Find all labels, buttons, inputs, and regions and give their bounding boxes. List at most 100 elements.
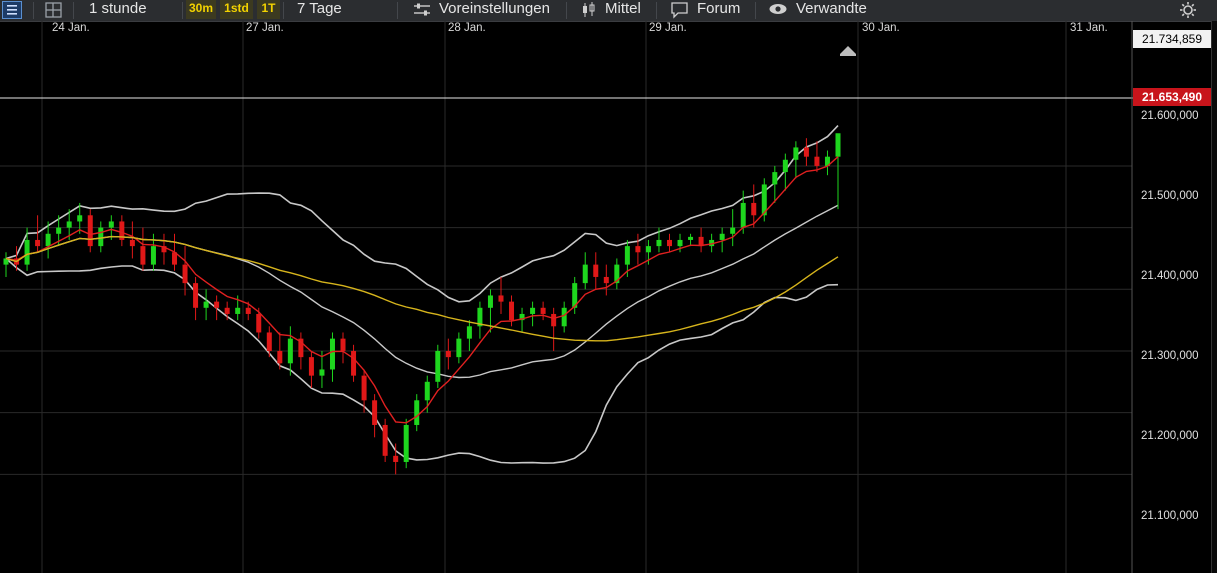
layout-grid-icon[interactable]	[44, 1, 64, 19]
candle-body	[772, 172, 778, 185]
y-tick-label: 21.300,000	[1141, 350, 1199, 362]
candle-body	[24, 239, 30, 265]
y-tick-label: 21.200,000	[1141, 430, 1199, 442]
candle-body	[624, 246, 630, 265]
candle-body	[730, 227, 736, 234]
candle-body	[793, 147, 799, 160]
candle-body	[635, 246, 641, 253]
candle-body	[782, 159, 788, 173]
upper-band-line	[5, 125, 839, 303]
timeframe-30m-button[interactable]: 30m	[186, 0, 216, 19]
candle-body	[98, 227, 104, 247]
timeframe-1std-button[interactable]: 1std	[220, 0, 253, 19]
x-tick-label: 27 Jan.	[246, 22, 284, 34]
price-chart[interactable]	[0, 21, 1217, 573]
candle-body	[803, 147, 809, 157]
candle-body	[193, 283, 199, 308]
candle-body	[245, 307, 251, 314]
y-tick-label: 21.100,000	[1141, 510, 1199, 522]
y-tick-label: 21.500,000	[1141, 190, 1199, 202]
right-edge-strip	[1211, 21, 1217, 573]
candle-body	[266, 332, 272, 351]
candle-body	[150, 246, 156, 265]
y-tick-label: 21.600,000	[1141, 110, 1199, 122]
middle-band-line	[5, 204, 839, 379]
candle-body	[329, 338, 335, 370]
candle-body	[688, 236, 694, 240]
candle-body	[108, 221, 114, 228]
range-dropdown[interactable]: 7 Tage	[297, 0, 342, 21]
candlesticks	[3, 133, 841, 475]
interval-dropdown[interactable]: 1 stunde	[89, 0, 147, 21]
candle-body	[319, 369, 325, 376]
candle-body	[814, 156, 820, 166]
y-tick-label: 21.400,000	[1141, 270, 1199, 282]
list-menu-icon[interactable]	[2, 1, 22, 19]
candle-body	[129, 239, 135, 247]
gear-icon[interactable]	[1178, 1, 1198, 19]
chat-bubble-icon	[670, 1, 690, 19]
candle-body	[340, 338, 346, 351]
candle-body	[214, 301, 220, 308]
candle-body	[551, 313, 557, 327]
candle-body	[308, 357, 314, 376]
candle-body	[35, 239, 41, 247]
scroll-home-icon	[840, 46, 856, 56]
candlestick-icon	[580, 1, 600, 19]
indicator-button[interactable]: Mittel	[605, 0, 641, 21]
candle-body	[509, 301, 515, 321]
candle-body	[414, 400, 420, 425]
candle-body	[593, 264, 599, 277]
candle-body	[66, 221, 72, 228]
candle-body	[435, 350, 441, 382]
x-tick-label: 30 Jan.	[862, 22, 900, 34]
candle-body	[498, 295, 504, 302]
candle-body	[719, 233, 725, 240]
candle-body	[677, 239, 683, 247]
candle-body	[140, 246, 146, 265]
related-button[interactable]: Verwandte	[796, 0, 867, 21]
eye-icon	[768, 1, 788, 19]
candle-body	[835, 133, 841, 157]
candle-body	[393, 455, 399, 462]
candle-body	[45, 233, 51, 247]
candle-body	[56, 227, 62, 234]
grid-lines	[0, 21, 1132, 573]
candle-body	[351, 350, 357, 376]
timeframe-1t-button[interactable]: 1T	[257, 0, 280, 19]
candle-body	[561, 307, 567, 327]
candle-body	[87, 215, 93, 247]
candle-body	[603, 276, 609, 284]
forum-button[interactable]: Forum	[697, 0, 740, 21]
settings-button[interactable]: Voreinstellungen	[439, 0, 550, 21]
candle-body	[466, 326, 472, 339]
candle-body	[287, 338, 293, 364]
candle-body	[530, 307, 536, 314]
candle-body	[487, 295, 493, 308]
chart-toolbar: 1 stunde 30m 1std 1T 7 Tage Voreinstellu…	[0, 0, 1217, 22]
candle-body	[645, 246, 651, 253]
candle-body	[382, 424, 388, 456]
x-tick-label: 28 Jan.	[448, 22, 486, 34]
candle-body	[182, 264, 188, 284]
candle-body	[203, 301, 209, 308]
candle-body	[77, 215, 83, 222]
candle-body	[666, 239, 672, 247]
x-tick-label: 24 Jan.	[52, 22, 90, 34]
candle-body	[277, 350, 283, 364]
x-tick-label: 29 Jan.	[649, 22, 687, 34]
candle-body	[372, 400, 378, 425]
candle-body	[751, 202, 757, 216]
slow-average-line	[5, 235, 839, 342]
candle-body	[456, 338, 462, 358]
candle-body	[424, 381, 430, 401]
candle-body	[256, 313, 262, 333]
candle-body	[740, 202, 746, 228]
top-value-label: 21.734,859	[1133, 30, 1211, 48]
candle-body	[445, 350, 451, 358]
sliders-icon	[412, 1, 432, 19]
candle-body	[224, 307, 230, 314]
current-price-label: 21.653,490	[1133, 88, 1211, 106]
candle-body	[361, 375, 367, 401]
candle-body	[235, 307, 241, 314]
